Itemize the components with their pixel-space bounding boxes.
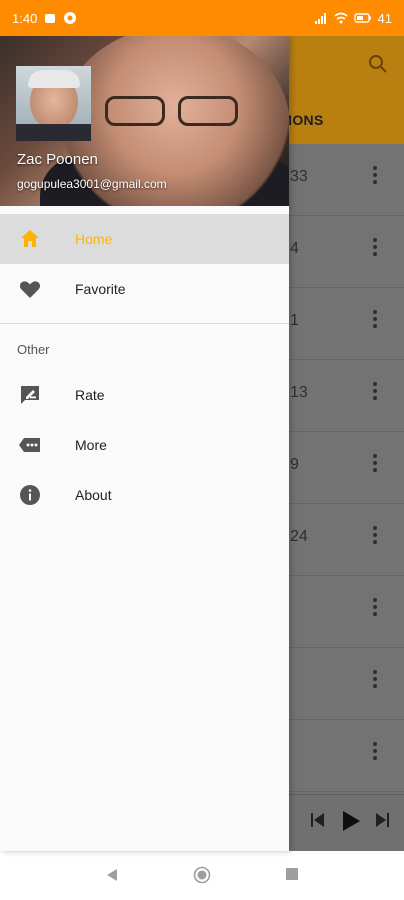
user-name: Zac Poonen [17,151,98,168]
more-icon [19,438,40,452]
menu-item-label: Favorite [75,281,126,297]
rate-icon [21,386,39,404]
user-email: gogupulea3001@gmail.com [17,177,167,191]
section-header-other: Other [17,342,50,357]
menu-item-about[interactable]: About [0,470,289,520]
status-time: 1:40 [12,10,38,26]
avatar [16,66,91,141]
battery-icon [353,13,371,23]
drawer-header: Zac Poonen gogupulea3001@gmail.com [0,36,289,206]
menu-item-home[interactable]: Home [0,214,289,264]
wifi-icon [334,12,348,24]
home-icon [21,230,39,247]
menu-item-label: About [75,487,112,503]
battery-level: 41 [377,10,392,26]
info-icon [20,485,40,505]
signal-icon [314,13,326,24]
menu-item-label: Home [75,231,113,247]
menu-item-label: More [75,437,107,453]
home-button-icon[interactable] [193,866,211,884]
menu-item-rate[interactable]: Rate [0,370,289,420]
status-bar: 1:40 41 [0,0,404,36]
system-nav-bar [0,851,404,900]
heart-icon [19,281,41,298]
menu-item-label: Rate [75,387,105,403]
app-badge-icon [64,12,77,24]
drawer-menu: Home Favorite Other Rate More About [0,214,289,520]
menu-item-more[interactable]: More [0,420,289,470]
back-icon[interactable] [104,867,120,883]
recents-icon[interactable] [285,867,299,881]
navigation-drawer: Zac Poonen gogupulea3001@gmail.com Home … [0,36,289,851]
app-notification-icon [45,14,56,23]
menu-item-favorite[interactable]: Favorite [0,264,289,314]
